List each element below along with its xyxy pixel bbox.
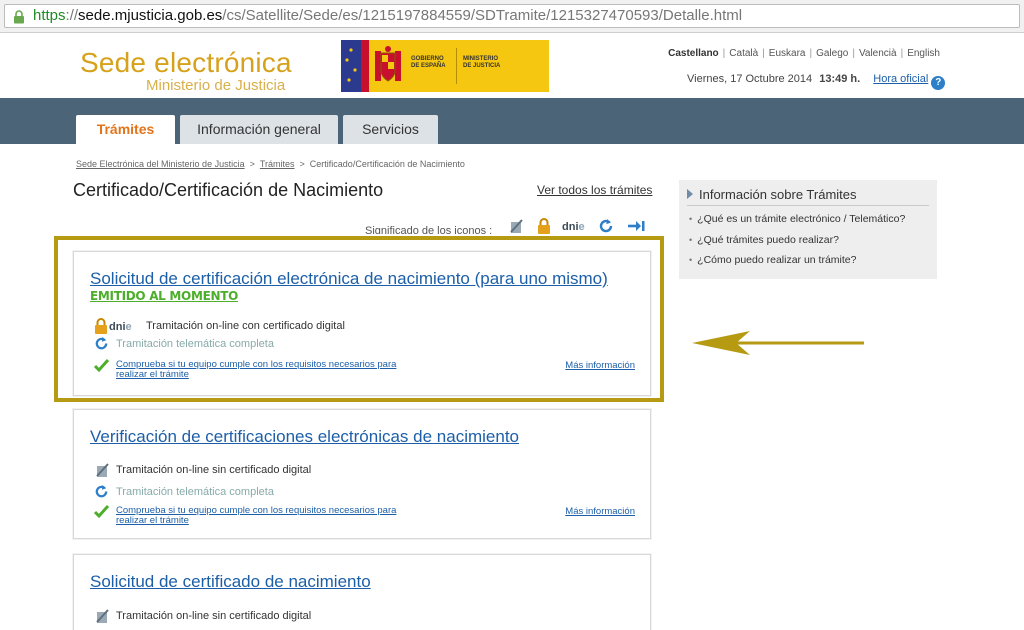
page-title: Certificado/Certificación de Nacimiento xyxy=(73,180,384,200)
breadcrumb: Sede Electrónica del Ministerio de Justi… xyxy=(76,159,465,169)
icons-legend: Significado de los iconos : dnie xyxy=(365,218,655,234)
lang-castellano[interactable]: Castellano xyxy=(668,48,719,59)
info-link-how[interactable]: ¿Cómo puedo realizar un trámite? xyxy=(689,254,905,275)
procedure-title-link[interactable]: Solicitud de certificado de nacimiento xyxy=(90,572,371,592)
browser-address-bar: https://sede.mjusticia.gob.es/cs/Satelli… xyxy=(0,0,1024,33)
url-separator: :// xyxy=(65,7,79,24)
breadcrumb-tramites[interactable]: Trámites xyxy=(260,159,295,169)
more-info-link[interactable]: Más información xyxy=(565,506,635,517)
procedure-card: Solicitud de certificado de nacimiento T… xyxy=(73,554,651,630)
coat-of-arms-icon xyxy=(371,45,405,87)
help-icon[interactable]: ? xyxy=(931,76,946,90)
logo-divider xyxy=(456,48,457,84)
panel-title[interactable]: Información sobre Trámites xyxy=(687,187,857,202)
hora-oficial-link[interactable]: Hora oficial xyxy=(873,73,928,85)
official-datetime: Viernes, 17 Octubre 2014 13:49 h. Hora o… xyxy=(687,73,946,90)
site-brand-title[interactable]: Sede electrónica xyxy=(80,47,292,79)
dni-icon[interactable]: dnie xyxy=(562,221,585,233)
refresh-telematic-icon xyxy=(94,484,109,502)
info-link-what-is[interactable]: ¿Qué es un trámite electrónico / Telemát… xyxy=(689,213,905,234)
refresh-telematic-icon[interactable] xyxy=(598,218,614,234)
gobierno-de-espana-label: GOBIERNO DE ESPAÑA xyxy=(411,56,446,69)
breadcrumb-current: Certificado/Certificación de Nacimiento xyxy=(309,159,465,169)
no-certificate-icon xyxy=(94,462,110,481)
procedure-title-link[interactable]: Verificación de certificaciones electrón… xyxy=(90,427,519,447)
procedure-card: Verificación de certificaciones electrón… xyxy=(73,409,651,539)
eu-flag-icon xyxy=(341,40,361,92)
lang-valencia[interactable]: Valencià xyxy=(859,48,897,59)
main-navigation: Trámites Información general Servicios xyxy=(0,98,1024,144)
info-links: ¿Qué es un trámite electrónico / Telemát… xyxy=(689,213,905,275)
spain-flag-stripe xyxy=(361,40,369,92)
procedures-info-panel: Información sobre Trámites ¿Qué es un tr… xyxy=(679,180,937,279)
icons-legend-label: Significado de los iconos : xyxy=(365,225,493,234)
info-link-which[interactable]: ¿Qué trámites puedo realizar? xyxy=(689,234,905,255)
current-time: 13:49 h. xyxy=(819,73,861,85)
url-host: sede.mjusticia.gob.es xyxy=(78,7,223,24)
tab-servicios[interactable]: Servicios xyxy=(343,115,438,144)
no-certificate-icon[interactable] xyxy=(508,218,524,234)
online-label: Tramitación on-line sin certificado digi… xyxy=(116,610,312,622)
online-label: Tramitación on-line sin certificado digi… xyxy=(116,464,312,476)
requirements-link[interactable]: Comprueba si tu equipo cumple con los re… xyxy=(116,506,396,526)
telematic-label: Tramitación telemática completa xyxy=(116,486,274,498)
tab-informacion-general[interactable]: Información general xyxy=(180,115,338,144)
breadcrumb-home[interactable]: Sede Electrónica del Ministerio de Justi… xyxy=(76,159,245,169)
lang-galego[interactable]: Galego xyxy=(816,48,848,59)
arrow-right-bar-icon[interactable] xyxy=(627,218,645,234)
url-path: /cs/Satellite/Sede/es/1215197884559/SDTr… xyxy=(222,7,743,24)
lang-catala[interactable]: Català xyxy=(729,48,758,59)
url-field[interactable]: https://sede.mjusticia.gob.es/cs/Satelli… xyxy=(4,4,1020,28)
no-certificate-icon xyxy=(94,608,110,627)
panel-divider xyxy=(687,205,929,206)
site-brand-subtitle: Ministerio de Justicia xyxy=(146,77,286,94)
current-date: Viernes, 17 Octubre 2014 xyxy=(687,73,813,85)
see-all-procedures-link[interactable]: Ver todos los trámites xyxy=(537,183,652,197)
caret-right-icon xyxy=(687,189,693,199)
highlight-box xyxy=(54,236,664,402)
padlock-certificate-icon[interactable] xyxy=(537,218,551,234)
lang-english[interactable]: English xyxy=(907,48,940,59)
checkmark-icon xyxy=(93,504,110,522)
tab-tramites[interactable]: Trámites xyxy=(76,115,175,144)
url-scheme: https xyxy=(33,7,66,24)
language-selector: Castellano | Català | Euskara | Galego | Valenci… xyxy=(668,48,940,59)
padlock-icon xyxy=(13,9,25,27)
ministerio-justicia-label: MINISTERIO DE JUSTICIA xyxy=(463,56,501,69)
government-logo[interactable]: GOBIERNO DE ESPAÑA MINISTERIO DE JUSTICIA xyxy=(341,40,549,92)
lang-euskara[interactable]: Euskara xyxy=(769,48,806,59)
arrow-left-icon xyxy=(690,328,866,363)
